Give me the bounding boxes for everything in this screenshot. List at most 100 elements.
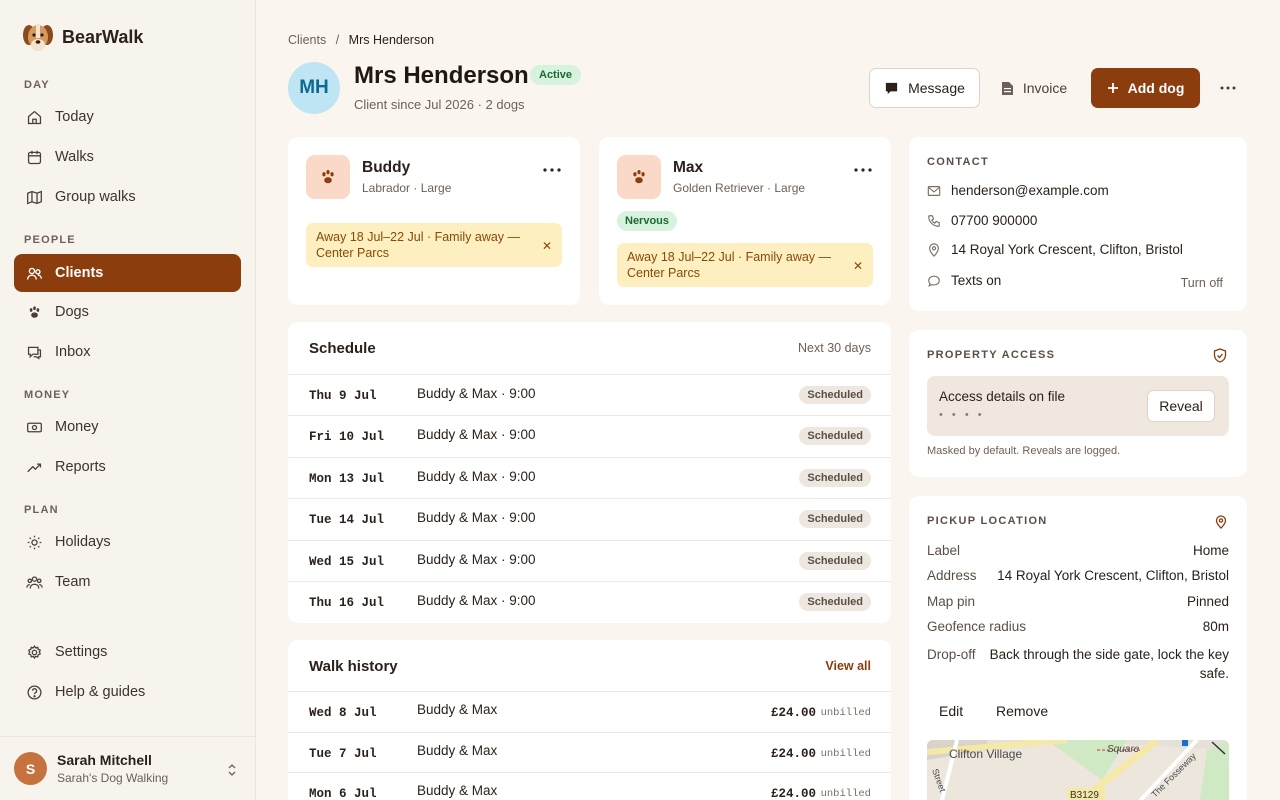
contact-email[interactable]: henderson@example.com [927, 183, 1109, 198]
contact-phone[interactable]: 07700 900000 [927, 213, 1037, 228]
message-button[interactable]: Message [869, 68, 980, 108]
address-value: 14 Royal York Crescent, Clifton, Bristol [951, 242, 1183, 257]
nav-label: Help & guides [55, 684, 146, 700]
breadcrumb-clients[interactable]: Clients [288, 33, 326, 47]
dog-card-max[interactable]: Max Golden Retriever · Large Nervous Awa… [599, 137, 891, 305]
row-desc: Buddy & Max · 9:00 [417, 593, 536, 608]
nav-holidays[interactable]: Holidays [14, 523, 241, 561]
contact-texts: Texts on [927, 273, 1001, 288]
nav-inbox[interactable]: Inbox [14, 333, 241, 371]
field-key: Address [927, 568, 977, 583]
table-row[interactable]: Thu 16 Jul Buddy & Max · 9:00 Scheduled [288, 581, 891, 623]
brand[interactable]: BearWalk [22, 20, 143, 54]
contact-title: CONTACT [927, 156, 990, 168]
view-all-link[interactable]: View all [825, 659, 871, 673]
avatar: S [14, 752, 47, 785]
remove-button[interactable]: Remove [996, 703, 1048, 719]
map-label-village: Clifton Village [949, 747, 1022, 761]
row-date: Mon 13 Jul [309, 472, 385, 486]
row-date: Mon 6 Jul [309, 787, 377, 800]
turn-off-texts-link[interactable]: Turn off [1181, 276, 1223, 290]
calendar-icon [27, 150, 42, 164]
dog-name: Max [673, 159, 704, 176]
table-row[interactable]: Thu 9 Jul Buddy & Max · 9:00 Scheduled [288, 374, 891, 416]
dog-meta: Golden Retriever · Large [673, 181, 806, 195]
row-date: Tue 14 Jul [309, 513, 385, 527]
invoice-button[interactable]: Invoice [992, 68, 1076, 108]
nav-team[interactable]: Team [14, 563, 241, 601]
field-value: 80m [1202, 619, 1229, 634]
field-address: Address 14 Royal York Crescent, Clifton,… [927, 568, 1229, 583]
status-badge: Scheduled [799, 593, 871, 611]
more-icon[interactable] [853, 163, 873, 177]
add-dog-button[interactable]: Add dog [1091, 68, 1200, 108]
nav-group-walks[interactable]: Group walks [14, 178, 241, 216]
row-date: Fri 10 Jul [309, 430, 385, 444]
table-row[interactable]: Mon 6 Jul Buddy & Max £24.00 unbilled [288, 772, 891, 800]
schedule-range: Next 30 days [798, 341, 871, 355]
chat-icon [27, 346, 42, 360]
nav-label: Inbox [55, 344, 91, 360]
section-people: PEOPLE [24, 234, 76, 246]
away-text: Away 18 Jul–22 Jul · Family away — Cente… [627, 250, 832, 280]
nav-reports[interactable]: Reports [14, 448, 241, 486]
user-menu[interactable]: S Sarah Mitchell Sarah's Dog Walking [0, 736, 255, 800]
table-row[interactable]: Mon 13 Jul Buddy & Max · 9:00 Scheduled [288, 457, 891, 499]
field-map-pin: Map pin Pinned [927, 594, 1229, 609]
nav-dogs[interactable]: Dogs [14, 293, 241, 331]
chat-bubble-icon [928, 275, 940, 287]
edit-button[interactable]: Edit [939, 703, 963, 719]
reveal-button[interactable]: Reveal [1147, 390, 1215, 422]
more-icon[interactable] [542, 163, 562, 177]
close-icon[interactable]: ✕ [853, 258, 863, 274]
bear-logo-icon [23, 24, 53, 51]
field-value: Home [1192, 543, 1229, 558]
map-label-square: Square [1107, 744, 1140, 755]
nav-settings[interactable]: Settings [14, 633, 241, 671]
map-preview[interactable]: Clifton Village Square B3129 The Fossewa… [927, 740, 1229, 800]
table-row[interactable]: Tue 14 Jul Buddy & Max · 9:00 Scheduled [288, 498, 891, 540]
more-actions-button[interactable] [1212, 68, 1244, 108]
close-icon[interactable]: ✕ [542, 238, 552, 254]
map-graphic: Clifton Village Square B3129 The Fossewa… [927, 740, 1229, 800]
nav-label: Money [55, 419, 99, 435]
gear-icon [27, 644, 42, 659]
status-badge: Scheduled [799, 427, 871, 445]
message-label: Message [908, 80, 965, 96]
status-badge: Scheduled [799, 552, 871, 570]
nav-help[interactable]: Help & guides [14, 673, 241, 711]
status-badge: Active [530, 65, 582, 85]
nav-clients[interactable]: Clients [14, 254, 241, 292]
sidebar: BearWalk DAY Today Walks Group walks PEO… [0, 0, 256, 800]
user-org: Sarah's Dog Walking [57, 771, 169, 785]
row-desc: Buddy & Max [417, 783, 498, 798]
section-plan: PLAN [24, 504, 59, 516]
nervous-badge: Nervous [617, 211, 678, 231]
nav-walks[interactable]: Walks [14, 138, 241, 176]
table-row[interactable]: Wed 8 Jul Buddy & Max £24.00 unbilled [288, 691, 891, 733]
nav-label: Today [55, 109, 94, 125]
dog-card-buddy[interactable]: Buddy Labrador · Large Away 18 Jul–22 Ju… [288, 137, 580, 305]
away-banner: Away 18 Jul–22 Jul · Family away — Cente… [617, 243, 873, 287]
field-value: Pinned [1186, 594, 1229, 609]
field-key: Label [927, 543, 961, 558]
table-row[interactable]: Tue 7 Jul Buddy & Max £24.00 unbilled [288, 732, 891, 774]
phone-value: 07700 900000 [951, 213, 1038, 228]
table-row[interactable]: Fri 10 Jul Buddy & Max · 9:00 Scheduled [288, 415, 891, 457]
field-key: Drop-off [927, 647, 976, 662]
row-desc: Buddy & Max [417, 743, 498, 758]
nav-money[interactable]: Money [14, 408, 241, 446]
pickup-location-card: PICKUP LOCATION Label Home Address 14 Ro… [909, 496, 1247, 800]
walk-history-card: Walk history View all Wed 8 Jul Buddy & … [288, 640, 891, 800]
nav-label: Clients [55, 265, 104, 281]
client-since: Client since Jul 2026 · 2 dogs [354, 97, 525, 112]
row-date: Thu 16 Jul [309, 596, 385, 610]
row-amount: £24.00 [770, 706, 816, 720]
paw-icon [617, 155, 661, 199]
table-row[interactable]: Wed 15 Jul Buddy & Max · 9:00 Scheduled [288, 540, 891, 582]
row-date: Thu 9 Jul [309, 389, 377, 403]
nav-today[interactable]: Today [14, 98, 241, 136]
row-date: Wed 15 Jul [309, 555, 385, 569]
field-geofence: Geofence radius 80m [927, 619, 1229, 634]
invoice-label: Invoice [1022, 80, 1068, 96]
